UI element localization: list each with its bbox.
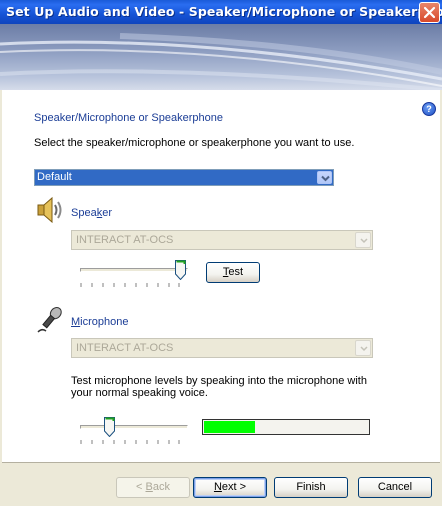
chevron-down-icon (360, 238, 368, 244)
microphone-label: Microphone (71, 316, 129, 328)
instruction-text: Select the speaker/microphone or speaker… (34, 137, 355, 149)
microphone-volume-slider[interactable] (80, 417, 190, 447)
window-title: Set Up Audio and Video - Speaker/Microph… (6, 4, 442, 19)
title-bar[interactable]: Set Up Audio and Video - Speaker/Microph… (0, 0, 442, 24)
help-icon[interactable]: ? (422, 102, 436, 116)
microphone-icon (37, 306, 62, 333)
speaker-label: Speaker (71, 207, 112, 219)
back-button[interactable]: < Back (116, 477, 190, 498)
section-heading: Speaker/Microphone or Speakerphone (34, 112, 223, 124)
content-panel: ? Speaker/Microphone or Speakerphone Sel… (2, 90, 440, 463)
cancel-button[interactable]: Cancel (358, 477, 432, 498)
slider-ticks (80, 283, 180, 287)
speaker-icon (37, 196, 62, 224)
slider-thumb[interactable] (175, 260, 186, 280)
speaker-dropdown-button[interactable] (355, 232, 371, 248)
microphone-level-meter (202, 419, 370, 435)
slider-thumb[interactable] (104, 417, 115, 437)
microphone-device-value: INTERACT AT-OCS (76, 342, 174, 354)
chevron-down-icon (360, 346, 368, 352)
speaker-volume-slider[interactable] (80, 260, 190, 290)
slider-track (80, 268, 188, 272)
microphone-instruction: Test microphone levels by speaking into … (71, 375, 367, 399)
microphone-dropdown-button[interactable] (355, 340, 371, 356)
device-select-value: Default (37, 171, 72, 183)
header-banner (0, 24, 442, 90)
slider-ticks (80, 440, 180, 444)
slider-track (80, 425, 188, 429)
dropdown-button[interactable] (317, 171, 332, 184)
close-icon (423, 6, 436, 19)
device-select[interactable]: Default (34, 169, 334, 186)
speaker-device-select[interactable]: INTERACT AT-OCS (71, 230, 373, 250)
chevron-down-icon (321, 175, 330, 182)
microphone-device-select[interactable]: INTERACT AT-OCS (71, 338, 373, 358)
finish-button[interactable]: Finish (274, 477, 348, 498)
close-button[interactable] (419, 2, 440, 23)
next-button[interactable]: Next > (193, 477, 267, 498)
microphone-level-fill (204, 421, 255, 433)
setup-audio-video-dialog: Set Up Audio and Video - Speaker/Microph… (0, 0, 442, 506)
test-button[interactable]: Test (206, 262, 260, 283)
speaker-device-value: INTERACT AT-OCS (76, 234, 174, 246)
